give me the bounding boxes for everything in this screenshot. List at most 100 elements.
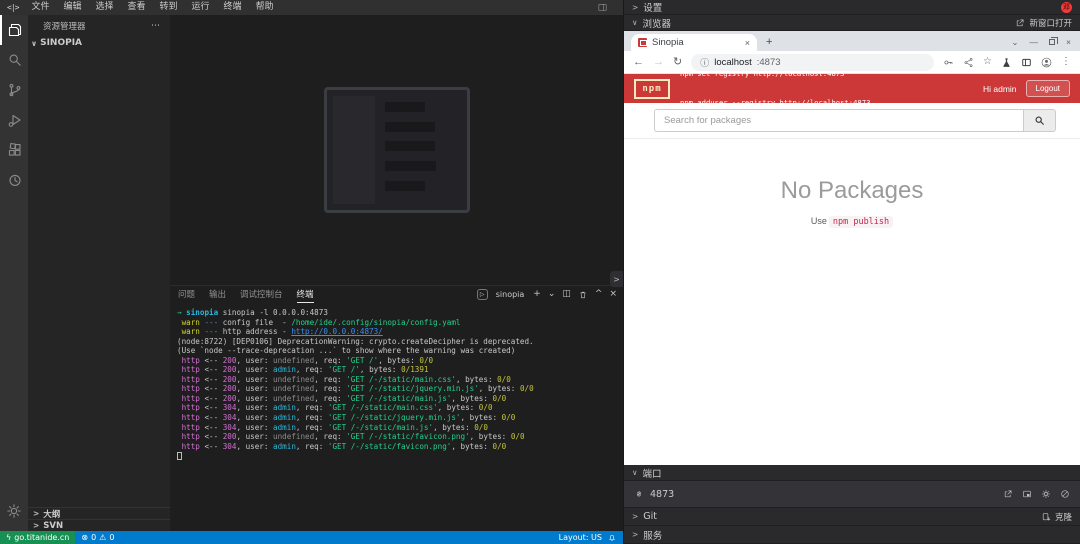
maximize-panel-icon[interactable]: ^ — [595, 290, 603, 299]
tab-title: Sinopia — [652, 37, 740, 48]
ide-window: <|> 文件编辑选择查看转到运行终端帮助 资源管理器 — [0, 0, 1080, 544]
ports-label: 端口 — [643, 466, 662, 480]
new-tab-button[interactable]: + — [766, 37, 772, 48]
services-section-header[interactable]: > 服务 — [624, 526, 1080, 544]
empty-state-title: No Packages — [624, 177, 1080, 205]
watermark-bar — [385, 181, 425, 191]
share-icon[interactable] — [963, 57, 974, 68]
source-control-icon[interactable] — [0, 75, 28, 105]
panel-tab[interactable]: 终端 — [297, 286, 314, 303]
user-avatar[interactable]: 邓 — [1061, 2, 1072, 13]
minimize-icon[interactable]: — — [1030, 38, 1039, 47]
panel-tab[interactable]: 问题 — [178, 286, 195, 303]
terminal-log-line: http <-- 200, user: undefined, req: 'GET… — [177, 384, 623, 394]
more-actions-icon[interactable]: ⋯ — [151, 21, 161, 31]
logout-button[interactable]: Logout — [1026, 80, 1070, 97]
terminal-controls: ▷ sinopia + ⌄ ◫ ^ × — [477, 289, 617, 300]
terminal-process-name[interactable]: sinopia — [496, 290, 525, 299]
package-search-input[interactable] — [654, 109, 1023, 132]
problems-status[interactable]: ⊗ 0 ⚠ 0 — [75, 533, 120, 542]
terminal-dropdown-icon[interactable]: ⌄ — [548, 290, 556, 299]
port-link-icon — [634, 489, 644, 499]
notifications-bell-icon[interactable] — [608, 534, 616, 542]
menu-item[interactable]: 帮助 — [249, 0, 281, 15]
preview-icon[interactable] — [1022, 489, 1032, 499]
folder-section-sinopia[interactable]: ∨ SINOPIA — [28, 36, 170, 50]
tab-group-icon[interactable] — [1021, 57, 1032, 68]
port-row-4873[interactable]: 4873 — [624, 481, 1080, 508]
errors-count: 0 — [91, 533, 96, 542]
kill-terminal-icon[interactable] — [578, 290, 588, 300]
layout-indicator[interactable]: Layout: US — [559, 533, 602, 542]
manage-gear-icon[interactable] — [0, 498, 28, 524]
customize-layout-icon[interactable] — [598, 3, 607, 12]
panel-tab[interactable]: 输出 — [209, 286, 226, 303]
menu-item[interactable]: 文件 — [24, 0, 56, 15]
explorer-icon[interactable] — [0, 15, 28, 45]
status-bar: ϟ go.titanide.cn ⊗ 0 ⚠ 0 Layout: US — [0, 531, 623, 544]
port-settings-gear-icon[interactable] — [1041, 489, 1051, 499]
menu-item[interactable]: 运行 — [185, 0, 217, 15]
terminal-log-line: → sinopia sinopia -l 0.0.0.0:4873 — [177, 308, 623, 318]
browser-section-header[interactable]: ∨ 浏览器 新窗口打开 — [624, 15, 1080, 31]
browser-label: 浏览器 — [643, 16, 672, 30]
terminal-shell-icon: ▷ — [477, 289, 488, 300]
editor-area[interactable] — [170, 15, 623, 285]
close-panel-icon[interactable]: × — [609, 290, 617, 299]
watermark-bar — [385, 102, 425, 112]
watermark-sidebar-block — [333, 96, 375, 204]
git-section-header[interactable]: > Git 克隆 — [624, 508, 1080, 526]
browser-window-controls: ⌄ — × — [1011, 38, 1080, 52]
ports-section-header[interactable]: ∨ 端口 — [624, 465, 1080, 481]
tab-search-caret-icon[interactable]: ⌄ — [1011, 38, 1018, 47]
svn-label: SVN — [43, 521, 63, 531]
chevron-right-icon: > — [33, 509, 39, 518]
kebab-menu-icon[interactable]: ⋮ — [1061, 57, 1071, 67]
activity-bar — [0, 15, 28, 531]
errors-icon: ⊗ — [81, 533, 88, 542]
tab-close-icon[interactable]: × — [745, 38, 750, 48]
stop-forward-icon[interactable] — [1060, 489, 1070, 499]
settings-section-header[interactable]: > 设置 邓 — [624, 0, 1080, 15]
panel-expand-chevron[interactable]: > — [610, 271, 623, 287]
terminal-output[interactable]: → sinopia sinopia -l 0.0.0.0:4873 warn -… — [170, 303, 623, 461]
profile-avatar-icon[interactable] — [1041, 57, 1052, 68]
terminal-log-line: http <-- 200, user: undefined, req: 'GET… — [177, 432, 623, 442]
search-submit-button[interactable] — [1023, 109, 1056, 132]
menu-item[interactable]: 终端 — [217, 0, 249, 15]
forward-button[interactable]: → — [653, 57, 664, 68]
extension-flask-icon[interactable] — [1001, 57, 1012, 68]
close-window-icon[interactable]: × — [1066, 38, 1071, 47]
terminal-log-line: http <-- 304, user: admin, req: 'GET /-/… — [177, 403, 623, 413]
extensions-icon[interactable] — [0, 135, 28, 165]
open-new-window-button[interactable]: 新窗口打开 — [1015, 17, 1072, 29]
timeline-icon[interactable] — [0, 165, 28, 195]
menu-item[interactable]: 转到 — [153, 0, 185, 15]
svn-section[interactable]: > SVN — [28, 519, 170, 531]
terminal-log-line: http <-- 200, user: undefined, req: 'GET… — [177, 394, 623, 404]
menu-item[interactable]: 查看 — [121, 0, 153, 15]
chevron-right-icon: > — [632, 512, 638, 521]
panel-tab[interactable]: 调试控制台 — [240, 286, 283, 303]
password-key-icon[interactable] — [943, 57, 954, 68]
explorer-sidebar: 资源管理器 ⋯ ∨ SINOPIA > 大纲 > SVN — [28, 15, 170, 531]
split-terminal-icon[interactable]: ◫ — [562, 290, 571, 299]
chevron-down-icon: ∨ — [632, 468, 638, 477]
restore-window-icon[interactable] — [1049, 39, 1055, 45]
bookmark-star-icon[interactable]: ☆ — [983, 57, 992, 67]
outline-section[interactable]: > 大纲 — [28, 507, 170, 519]
menu-item[interactable]: 编辑 — [56, 0, 88, 15]
new-terminal-icon[interactable]: + — [533, 290, 541, 299]
git-clone-button[interactable]: 克隆 — [1041, 511, 1072, 523]
back-button[interactable]: ← — [633, 57, 644, 68]
menu-item[interactable]: 选择 — [88, 0, 120, 15]
remote-indicator[interactable]: ϟ go.titanide.cn — [0, 531, 75, 544]
remote-icon: ϟ — [6, 533, 11, 542]
port-actions — [1003, 489, 1070, 499]
npm-publish-code: npm publish — [829, 216, 893, 228]
registry-page-body: No Packages Usenpm publish — [624, 139, 1080, 465]
open-in-browser-icon[interactable] — [1003, 489, 1013, 499]
search-icon[interactable] — [0, 45, 28, 75]
run-debug-icon[interactable] — [0, 105, 28, 135]
app-logo-icon: <|> — [7, 3, 18, 12]
